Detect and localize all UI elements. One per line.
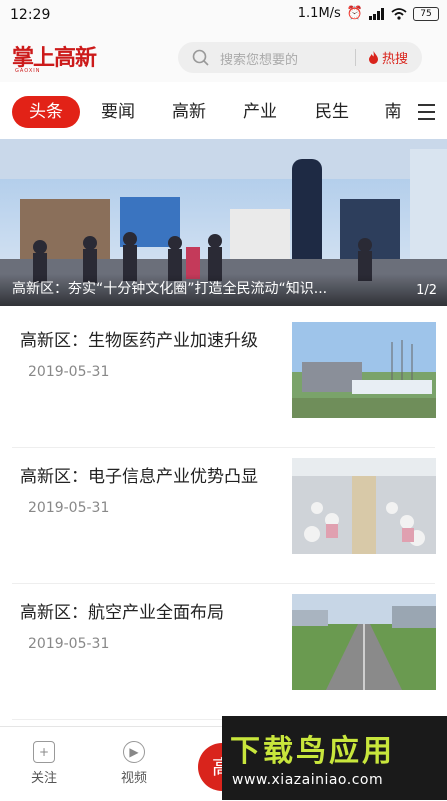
watermark-url: www.xiazainiao.com — [232, 772, 384, 788]
news-thumbnail[interactable] — [292, 458, 436, 554]
news-item[interactable]: 高新区：航空产业全面布局 2019-05-31 — [0, 584, 447, 720]
flame-icon — [369, 51, 378, 64]
play-icon: ▶ — [123, 741, 145, 763]
news-title[interactable]: 高新区：生物医药产业加速升级 — [20, 326, 258, 351]
hot-search-label: 热搜 — [382, 52, 409, 67]
tab-headline[interactable]: 头条 — [12, 96, 80, 128]
app-header: 掌上高新 GAOXIN 搜索您想要的 热搜 — [0, 32, 447, 82]
alarm-icon: ⏰ — [346, 6, 363, 21]
watermark: 下载鸟应用 www.xiazainiao.com — [222, 716, 447, 800]
tab-south[interactable]: 南 — [381, 96, 405, 128]
news-item[interactable]: 高新区：生物医药产业加速升级 2019-05-31 — [0, 312, 447, 448]
tab-news[interactable]: 要闻 — [96, 96, 140, 128]
nav-video-label: 视频 — [120, 771, 147, 786]
status-right: 1.1M/s ⏰ 75 — [298, 6, 439, 21]
battery-icon: 75 — [413, 6, 439, 21]
banner-pager: 1/2 — [416, 283, 437, 298]
app-logo[interactable]: 掌上高新 GAOXIN — [12, 40, 97, 74]
news-item[interactable]: 高新区：电子信息产业优势凸显 2019-05-31 — [0, 448, 447, 584]
search-bar[interactable]: 搜索您想要的 热搜 — [178, 42, 422, 73]
status-time: 12:29 — [10, 7, 51, 23]
hot-search-button[interactable]: 热搜 — [368, 48, 408, 67]
nav-video[interactable]: ▶ 视频 — [104, 741, 164, 786]
banner-caption[interactable]: 高新区：夯实“十分钟文化圈”打造全民流动“知识... — [12, 278, 402, 298]
news-thumbnail[interactable] — [292, 594, 436, 690]
search-icon — [192, 49, 209, 66]
news-date: 2019-05-31 — [28, 500, 110, 516]
status-bar: 12:29 1.1M/s ⏰ 75 — [0, 0, 447, 32]
tab-gaoxin[interactable]: 高新 — [167, 96, 211, 128]
watermark-title: 下载鸟应用 — [230, 734, 395, 769]
tab-industry[interactable]: 产业 — [238, 96, 282, 128]
wifi-icon — [391, 7, 407, 20]
menu-icon[interactable] — [418, 104, 435, 120]
tab-livelihood[interactable]: 民生 — [310, 96, 354, 128]
search-placeholder[interactable]: 搜索您想要的 — [220, 49, 298, 68]
nav-follow-label: 关注 — [30, 771, 57, 786]
follow-icon: + — [33, 741, 55, 763]
logo-sub: GAOXIN — [15, 68, 41, 74]
net-speed: 1.1M/s — [297, 6, 341, 21]
news-date: 2019-05-31 — [28, 364, 110, 380]
news-title[interactable]: 高新区：电子信息产业优势凸显 — [20, 462, 258, 487]
signal-icon — [369, 7, 384, 20]
news-thumbnail[interactable] — [292, 322, 436, 418]
banner-carousel[interactable]: 高新区：夯实“十分钟文化圈”打造全民流动“知识... 1/2 — [0, 139, 447, 306]
search-divider — [355, 49, 356, 66]
channel-tabs: 头条 要闻 高新 产业 民生 南 — [0, 90, 447, 134]
news-date: 2019-05-31 — [28, 636, 110, 652]
nav-follow[interactable]: + 关注 — [14, 741, 74, 786]
news-title[interactable]: 高新区：航空产业全面布局 — [20, 598, 224, 623]
